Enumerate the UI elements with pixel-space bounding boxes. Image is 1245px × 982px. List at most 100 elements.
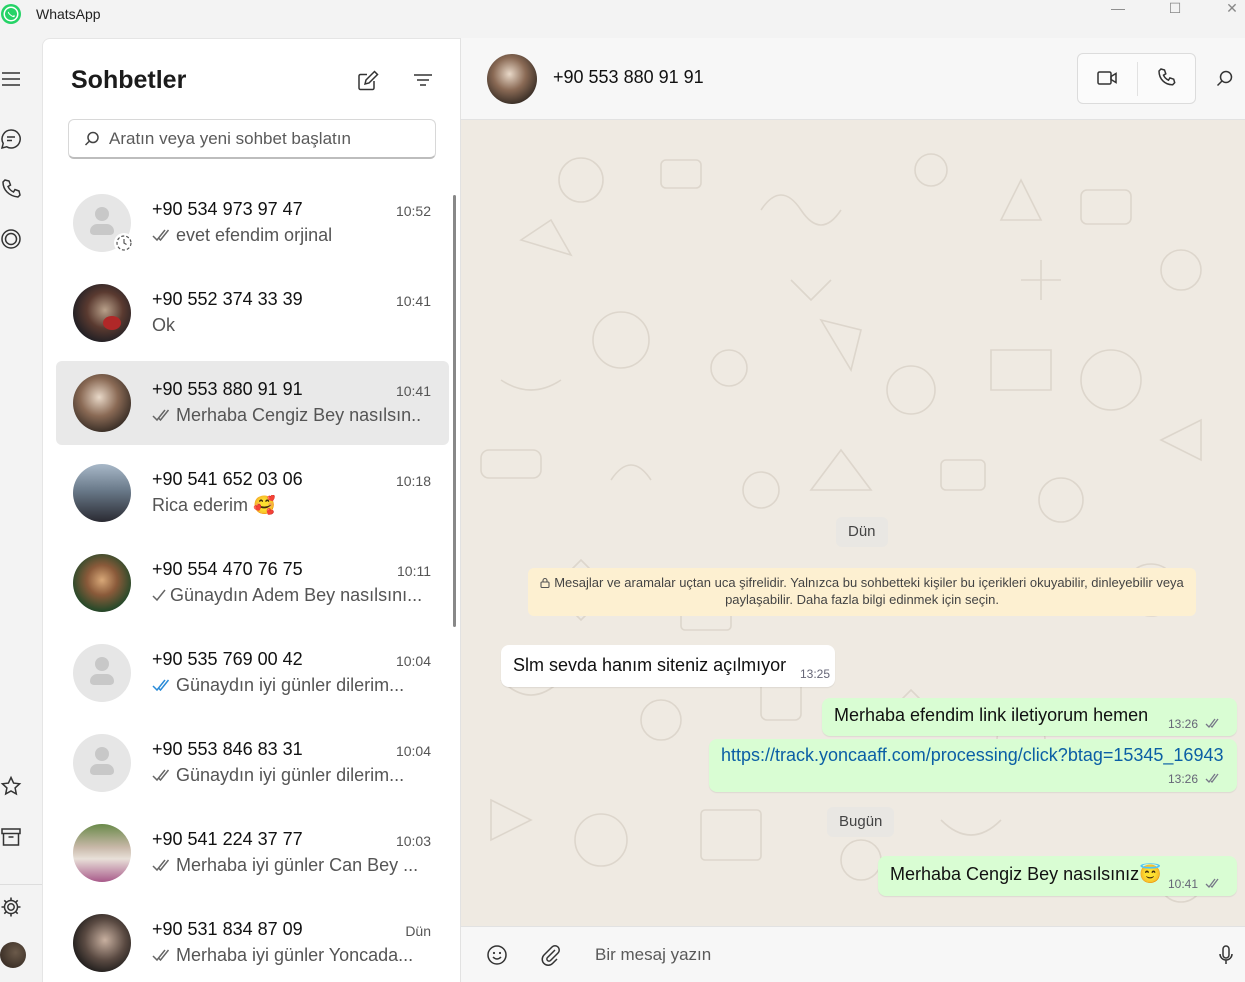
chat-preview-text: Rica ederim 🥰 [152,495,276,515]
chat-list-item[interactable]: +90 535 769 00 42 10:04 Günaydın iyi gün… [56,631,449,715]
contact-avatar[interactable] [487,54,537,104]
double-check-icon [1205,773,1219,783]
lock-icon [540,577,550,589]
chat-name: +90 552 374 33 39 [152,289,303,309]
chat-preview: Merhaba iyi günler Yoncada... [152,945,422,966]
message-time: 13:26 [1168,772,1199,786]
chat-list-item[interactable]: +90 531 834 87 09 Dün Merhaba iyi günler… [56,901,449,982]
close-window-button[interactable]: ✕ [1209,0,1245,20]
chat-list-item[interactable]: +90 541 652 03 06 10:18 Rica ederim 🥰 [56,451,449,535]
chat-name: +90 534 973 97 47 [152,199,303,219]
chat-preview-text: evet efendim orjinal [176,225,333,245]
settings-icon[interactable] [0,895,24,919]
contact-name[interactable]: +90 553 880 91 91 [553,67,704,88]
status-icon[interactable] [0,227,24,251]
double-check-icon [152,409,170,422]
archive-icon[interactable] [0,825,24,849]
message-input[interactable] [595,941,1175,969]
message-time: 13:25 [800,667,831,681]
chat-name: +90 541 224 37 77 [152,829,303,849]
chat-preview-text: Günaydın iyi günler dilerim... [176,675,405,695]
chat-name: +90 535 769 00 42 [152,649,303,669]
chat-time: Dün [405,923,431,939]
message-text: Merhaba efendim link iletiyorum hemen [834,705,1149,725]
chat-preview-text: Merhaba iyi günler Yoncada... [176,945,414,965]
message-bubble-outgoing[interactable]: Merhaba Cengiz Bey nasılsınız😇 10:41 [878,856,1237,896]
chat-list-item[interactable]: +90 552 374 33 39 10:41 Ok [56,271,449,355]
chat-preview: Merhaba iyi günler Can Bey ... [152,855,422,876]
starred-icon[interactable] [0,775,24,799]
avatar [73,644,131,702]
encryption-notice[interactable]: Mesajlar ve aramalar uçtan uca şifrelidi… [528,568,1196,616]
chat-preview-text: Ok [152,315,176,335]
message-bubble-outgoing[interactable]: https://track.yoncaaff.com/processing/cl… [709,739,1237,792]
chat-list-item[interactable]: +90 534 973 97 47 10:52 evet efendim orj… [56,181,449,265]
double-check-icon [152,769,170,782]
chat-list-item[interactable]: +90 541 224 37 77 10:03 Merhaba iyi günl… [56,811,449,895]
message-bubble-incoming[interactable]: Slm sevda hanım siteniz açılmıyor 13:25 [501,645,835,687]
chat-preview-text: Merhaba Cengiz Bey nasılsın... [176,405,422,425]
double-check-icon [1205,718,1219,728]
chat-preview: Günaydın Adem Bey nasılsını... [152,585,422,606]
calls-icon[interactable] [0,177,24,201]
call-divider [1137,62,1138,96]
filter-icon[interactable] [411,69,435,93]
search-input[interactable] [109,127,419,151]
check-icon [152,589,166,602]
encryption-notice-text: Mesajlar ve aramalar uçtan uca şifrelidi… [554,575,1184,607]
chat-list-panel: Sohbetler +90 534 973 97 47 10:52 evet e… [42,38,460,982]
chat-list-item[interactable]: +90 553 846 83 31 10:04 Günaydın iyi gün… [56,721,449,805]
message-bubble-outgoing[interactable]: Merhaba efendim link iletiyorum hemen 13… [822,698,1237,736]
message-time: 13:26 [1168,717,1199,731]
message-text: Merhaba Cengiz Bey nasılsınız😇 [890,864,1162,884]
chat-time: 10:04 [395,653,431,669]
chat-time: 10:18 [395,473,431,489]
chat-list-scrollbar[interactable] [453,195,456,627]
chat-name: +90 531 834 87 09 [152,919,303,939]
chat-preview: evet efendim orjinal [152,225,422,246]
voice-call-icon[interactable] [1155,66,1179,90]
chats-icon[interactable] [0,127,24,151]
chat-preview: Merhaba Cengiz Bey nasılsın... [152,405,422,426]
search-in-chat-icon[interactable] [1215,69,1235,89]
chat-preview: Günaydın iyi günler dilerim... [152,765,422,786]
double-check-icon [152,229,170,242]
date-divider-today: Bugün [827,807,895,837]
date-divider-yesterday: Dün [836,517,888,547]
chat-name: +90 553 846 83 31 [152,739,303,759]
status-ring-icon [114,233,134,253]
chat-list-item[interactable]: +90 554 470 76 75 10:11 Günaydın Adem Be… [56,541,449,625]
new-chat-icon[interactable] [356,69,380,93]
chat-preview: Günaydın iyi günler dilerim... [152,675,422,696]
conversation-panel: +90 553 880 91 91 Dün Mesajlar ve aramal… [460,38,1245,982]
app-title: WhatsApp [36,6,101,22]
microphone-icon[interactable] [1214,943,1238,967]
chat-time: 10:52 [395,203,431,219]
chat-time: 10:03 [395,833,431,849]
avatar [73,824,131,882]
video-call-icon[interactable] [1096,66,1120,90]
search-box[interactable] [68,119,436,159]
message-composer [461,926,1245,982]
profile-avatar[interactable] [0,942,26,968]
search-icon [84,131,99,146]
emoji-icon[interactable] [485,943,509,967]
minimize-button[interactable]: — [1095,0,1141,20]
avatar [73,734,131,792]
chat-preview-text: Günaydın iyi günler dilerim... [176,765,405,785]
chat-time: 10:11 [397,563,431,579]
avatar [73,914,131,972]
chat-name: +90 553 880 91 91 [152,379,303,399]
chat-preview-text: Merhaba iyi günler Can Bey ... [176,855,419,875]
attach-icon[interactable] [539,943,563,967]
message-link[interactable]: https://track.yoncaaff.com/processing/cl… [721,745,1223,766]
chat-preview: Ok [152,315,422,336]
chat-time: 10:41 [395,293,431,309]
chat-time: 10:04 [395,743,431,759]
menu-icon[interactable] [0,67,24,91]
chat-name: +90 554 470 76 75 [152,559,303,579]
double-check-read-icon [152,679,170,692]
double-check-icon [152,859,170,872]
maximize-button[interactable]: ☐ [1152,0,1198,20]
chat-list-item-selected[interactable]: +90 553 880 91 91 10:41 Merhaba Cengiz B… [56,361,449,445]
